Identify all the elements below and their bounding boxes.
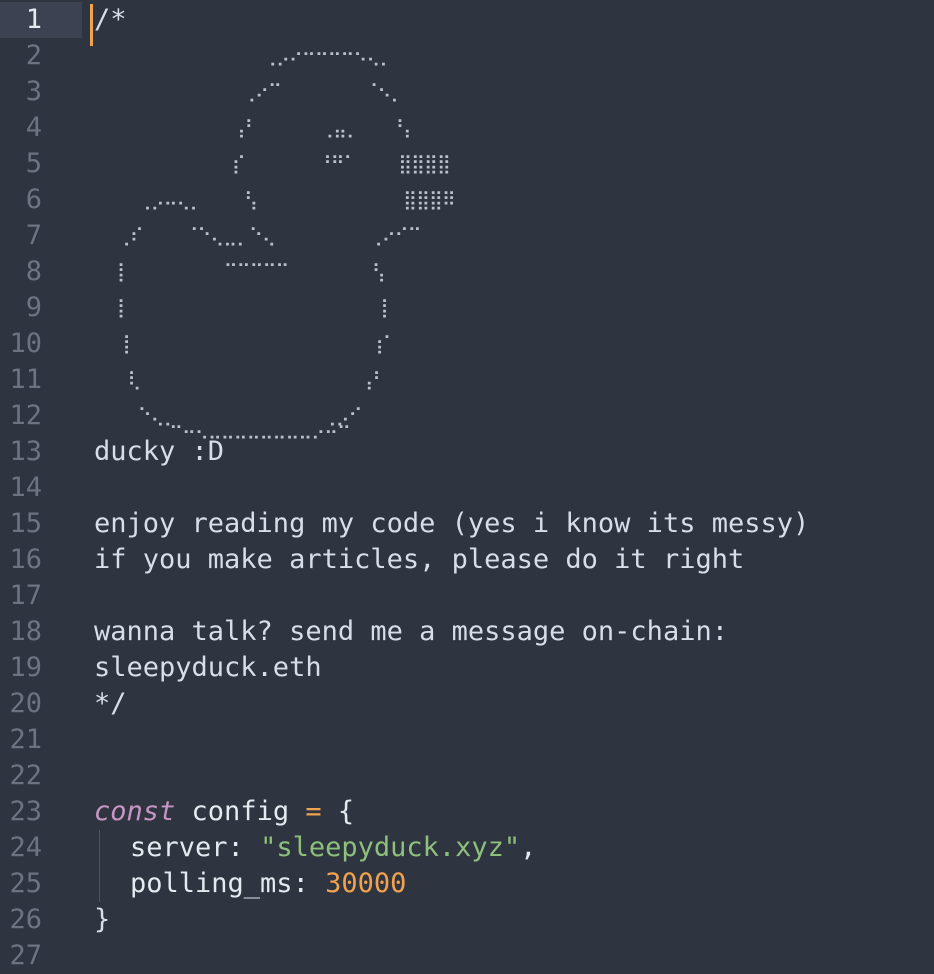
line-number: 6 [25, 184, 42, 215]
property-key: server [130, 832, 228, 863]
colon: : [227, 832, 244, 863]
ascii-art-line: ⢀⠔⠉ ⠈⠢⡀ [96, 81, 404, 103]
ascii-art-line: ⡇ ⠉⠉⠉⠉⠉ ⢣ [96, 261, 386, 283]
string-value: "sleepyduck.xyz" [260, 832, 521, 863]
variable-name: config [191, 796, 290, 827]
ascii-art-line: ⢇ ⢠⠃ [96, 369, 386, 391]
line-number: 22 [9, 760, 42, 791]
line-number: 7 [25, 220, 42, 251]
line-number: 8 [25, 256, 42, 287]
ascii-art-line: ⡇ ⡇ [96, 297, 394, 319]
open-brace: { [337, 796, 355, 827]
comment-line: enjoy reading my code (yes i know its me… [94, 508, 810, 539]
line-number: 12 [9, 400, 42, 431]
line-number: 20 [9, 688, 42, 719]
line-number: 1 [25, 4, 42, 35]
ascii-art-line: ⢸ ⢰⠁ [96, 333, 397, 355]
indent-guide [99, 830, 100, 902]
line-number: 24 [9, 832, 42, 863]
property-key: polling_ms [130, 868, 293, 899]
line-number: 2 [25, 40, 42, 71]
line-number-gutter: 1 2 3 4 5 6 7 8 9 10 11 12 13 14 15 16 1… [0, 0, 82, 971]
line-number: 9 [25, 292, 42, 323]
comment-open: /* [94, 4, 127, 35]
line-number: 15 [9, 508, 42, 539]
number-value: 30000 [325, 868, 407, 899]
ascii-art-line: ⢀⡠⠤⢄⡀ ⢣ ⣿⣿⣿⠿ [96, 189, 456, 211]
line-number: 26 [9, 904, 42, 935]
code-line-const: const config = { [94, 794, 354, 830]
line-number: 10 [9, 328, 42, 359]
ascii-art-line: ⢀⠎ ⠈⠑⢄⣀⡀⠑⢄ ⢀⠔⠊⠉ [96, 225, 422, 247]
line-number: 16 [9, 544, 42, 575]
line-number: 14 [9, 472, 42, 503]
line-number: 13 [9, 436, 42, 467]
line-number: 11 [9, 364, 42, 395]
line-number: 5 [25, 148, 42, 179]
line-number: 27 [9, 940, 42, 971]
code-line-server: server: "sleepyduck.xyz", [130, 830, 536, 866]
line-number: 25 [9, 868, 42, 899]
line-number: 17 [9, 580, 42, 611]
text-cursor [90, 4, 93, 46]
code-editor[interactable]: 1 2 3 4 5 6 7 8 9 10 11 12 13 14 15 16 1… [0, 0, 934, 971]
comment-close: */ [94, 688, 127, 719]
line-number: 18 [9, 616, 42, 647]
comment-line: if you make articles, please do it right [94, 544, 745, 575]
line-number: 3 [25, 76, 42, 107]
comment-line: sleepyduck.eth [94, 652, 322, 683]
line-number: 23 [9, 796, 42, 827]
line-number: 4 [25, 112, 42, 143]
code-line-polling: polling_ms: 30000 [130, 866, 406, 902]
ascii-art-line: ⡎ ⠘⠛⠁ ⣿⣿⣿⣿ [96, 153, 451, 175]
comma: , [520, 832, 537, 863]
comment-line: ducky :D [94, 436, 225, 467]
assign-operator: = [305, 796, 322, 827]
close-brace: } [94, 904, 111, 935]
keyword-const: const [94, 796, 176, 827]
ascii-art-line: ⢀⡠⠔⠒⠒⠒⠒⠢⢄⡀ [96, 45, 393, 67]
line-number: 21 [9, 724, 42, 755]
comment-line: wanna talk? send me a message on-chain: [94, 616, 728, 647]
line-number: 19 [9, 652, 42, 683]
colon: : [292, 868, 309, 899]
ascii-art-line: ⢠⠃ ⢀⣤⡀ ⠘⡄ [96, 117, 417, 139]
